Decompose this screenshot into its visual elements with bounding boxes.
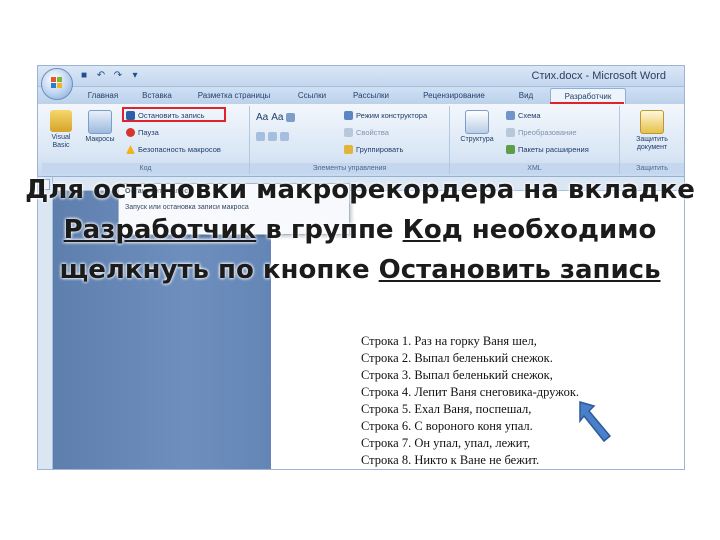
properties-icon — [344, 128, 353, 137]
instruction-caption: Для остановки макрорекордера на вкладке … — [20, 170, 700, 290]
pause-button[interactable]: Пауза — [126, 128, 159, 137]
document-line: Строка 1. Раз на горку Ваня шел, — [361, 334, 537, 348]
macros-button[interactable]: Макросы — [80, 110, 120, 144]
arrow-icon — [579, 401, 612, 443]
date-picker-icon — [280, 132, 289, 141]
document-line: Строка 7. Он упал, упал, лежит, — [361, 436, 531, 450]
plain-text-control-icon: Aa — [271, 112, 284, 123]
caption-text: Для остановки макрорекордера на вкладке — [25, 175, 695, 205]
office-logo-icon — [51, 77, 63, 89]
visual-basic-icon — [50, 110, 72, 132]
redo-icon[interactable]: ↷ — [112, 70, 124, 82]
macros-label: Макросы — [85, 136, 115, 143]
design-mode-icon — [344, 111, 353, 120]
schema-button[interactable]: Схема — [506, 111, 541, 120]
pause-icon — [126, 128, 135, 137]
caption-stop-recording: Остановить запись — [378, 255, 661, 285]
expansion-packs-button[interactable]: Пакеты расширения — [506, 145, 589, 154]
structure-button[interactable]: Структура — [454, 110, 500, 144]
protect-document-button[interactable]: Защитить документ — [624, 110, 680, 152]
tab-references[interactable]: Ссылки — [286, 88, 338, 103]
transform-label: Преобразование — [518, 128, 577, 137]
visual-basic-label: Visual Basic — [51, 134, 71, 149]
document-line: Строка 2. Выпал беленький снежок. — [361, 351, 553, 365]
document-line: Строка 6. С вороного коня упал. — [361, 419, 533, 433]
expansion-packs-label: Пакеты расширения — [518, 145, 589, 154]
transform-icon — [506, 128, 515, 137]
customize-qat-icon[interactable]: ▾ — [129, 70, 141, 82]
macro-security-label: Безопасность макросов — [138, 145, 221, 154]
picture-control-icon — [286, 113, 296, 122]
group-label: Группировать — [356, 145, 404, 154]
office-button[interactable] — [41, 68, 73, 100]
warning-icon — [126, 145, 135, 154]
drop-down-icon — [268, 132, 277, 141]
expansion-packs-icon — [506, 145, 515, 154]
combo-box-icon — [256, 132, 265, 141]
title-bar: ■ ↶ ↷ ▾ Стих.docx - Microsoft Word — [38, 66, 684, 87]
list-controls[interactable] — [256, 132, 289, 141]
schema-icon — [506, 111, 515, 120]
document-line: Строка 5. Ехал Ваня, поспешал, — [361, 402, 532, 416]
tab-home[interactable]: Главная — [78, 88, 128, 103]
structure-icon — [465, 110, 489, 134]
undo-icon[interactable]: ↶ — [95, 70, 107, 82]
pause-label: Пауза — [138, 128, 159, 137]
quick-access-toolbar: ■ ↶ ↷ ▾ — [78, 69, 141, 83]
rich-text-control-icon: Aa — [256, 112, 269, 123]
design-mode-label: Режим конструктора — [356, 111, 428, 120]
visual-basic-button[interactable]: Visual Basic — [44, 110, 78, 150]
document-line: Строка 8. Никто к Ване не бежит. — [361, 453, 540, 467]
tab-page-layout[interactable]: Разметка страницы — [186, 88, 282, 103]
caption-text: в группе — [256, 215, 403, 245]
caption-code-group: Код — [402, 215, 463, 245]
tab-view[interactable]: Вид — [506, 88, 546, 103]
design-mode-button[interactable]: Режим конструктора — [344, 111, 427, 120]
group-icon — [344, 145, 353, 154]
tab-review[interactable]: Рецензирование — [404, 88, 504, 103]
ribbon: Visual Basic Макросы Остановить запись П… — [38, 104, 684, 177]
tab-insert[interactable]: Вставка — [130, 88, 184, 103]
document-line: Строка 4. Лепит Ваня снеговика-дружок. — [361, 385, 580, 399]
properties-button[interactable]: Свойства — [344, 128, 389, 137]
macro-security-button[interactable]: Безопасность макросов — [126, 145, 221, 154]
save-icon[interactable]: ■ — [78, 70, 90, 82]
protect-group: Защитить документ Защитить — [620, 106, 684, 174]
protect-document-label: Защитить документ — [636, 136, 668, 151]
text-controls[interactable]: Aa Aa — [256, 112, 296, 123]
caption-developer-tab: Разработчик — [63, 215, 257, 245]
transform-button[interactable]: Преобразование — [506, 128, 577, 137]
schema-label: Схема — [518, 111, 541, 120]
stop-recording-highlight — [122, 107, 226, 122]
properties-label: Свойства — [356, 128, 389, 137]
controls-group: Aa Aa Режим конструктора Свойства Группи… — [250, 106, 450, 174]
structure-label: Структура — [460, 136, 494, 143]
group-button[interactable]: Группировать — [344, 145, 403, 154]
lock-icon — [640, 110, 664, 134]
window-title: Стих.docx - Microsoft Word — [531, 70, 666, 82]
macros-icon — [88, 110, 112, 134]
document-line: Строка 3. Выпал беленький снежок, — [361, 368, 553, 382]
xml-group: Структура Схема Преобразование Пакеты ра… — [450, 106, 620, 174]
tab-mailings[interactable]: Рассылки — [340, 88, 402, 103]
